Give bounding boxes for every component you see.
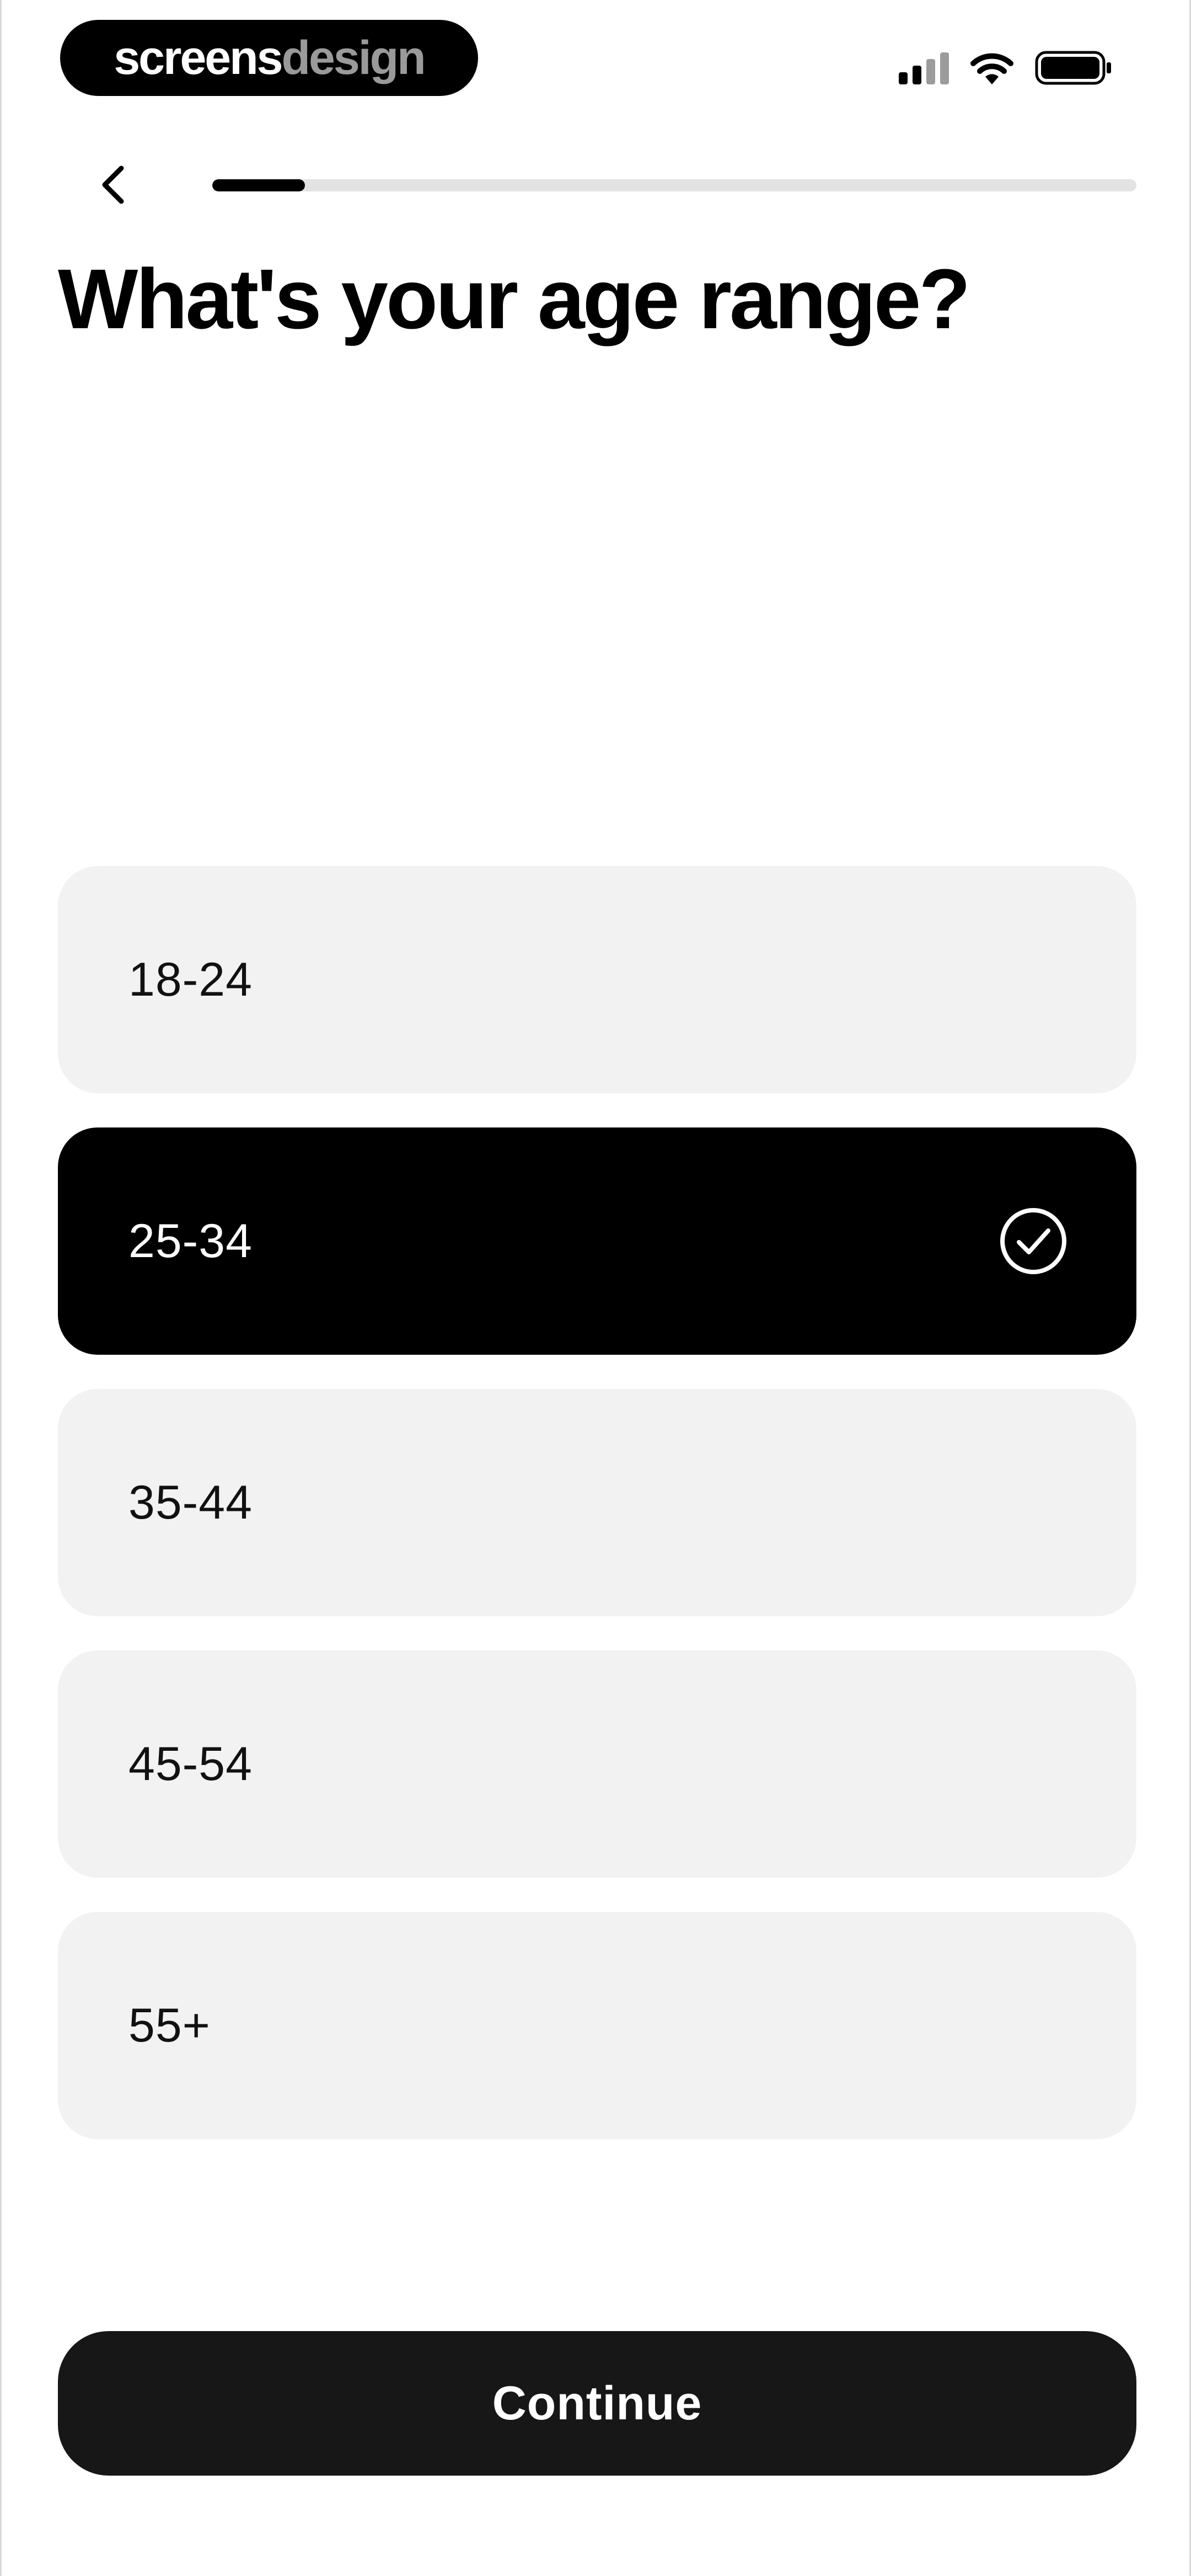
option-label: 35-44 <box>128 1476 253 1529</box>
option-label: 25-34 <box>128 1214 253 1268</box>
option-35-44[interactable]: 35-44 <box>58 1389 1136 1616</box>
wifi-icon <box>970 53 1013 84</box>
brand-logo-part1: screens <box>114 31 283 84</box>
option-25-34[interactable]: 25-34 <box>58 1127 1136 1355</box>
brand-logo: screens design <box>60 20 478 96</box>
progress-bar <box>212 179 1136 191</box>
screen-frame: screens design What's your age range? 18… <box>0 0 1191 2576</box>
back-button[interactable] <box>89 160 138 210</box>
option-label: 55+ <box>128 1998 211 2052</box>
progress-bar-fill <box>212 179 305 191</box>
check-circle-icon <box>999 1206 1068 1276</box>
page-title: What's your age range? <box>58 252 970 346</box>
chevron-left-icon <box>102 165 124 204</box>
option-45-54[interactable]: 45-54 <box>58 1650 1136 1878</box>
brand-logo-part2: design <box>281 31 426 84</box>
option-label: 18-24 <box>128 953 253 1006</box>
battery-icon <box>1035 51 1111 85</box>
option-label: 45-54 <box>128 1737 253 1791</box>
option-55-plus[interactable]: 55+ <box>58 1912 1136 2139</box>
signal-icon <box>899 51 949 84</box>
continue-button[interactable]: Continue <box>58 2331 1136 2476</box>
status-icons <box>899 49 1112 87</box>
age-range-options: 18-24 25-34 35-44 45-54 55+ <box>58 866 1136 2139</box>
option-18-24[interactable]: 18-24 <box>58 866 1136 1093</box>
